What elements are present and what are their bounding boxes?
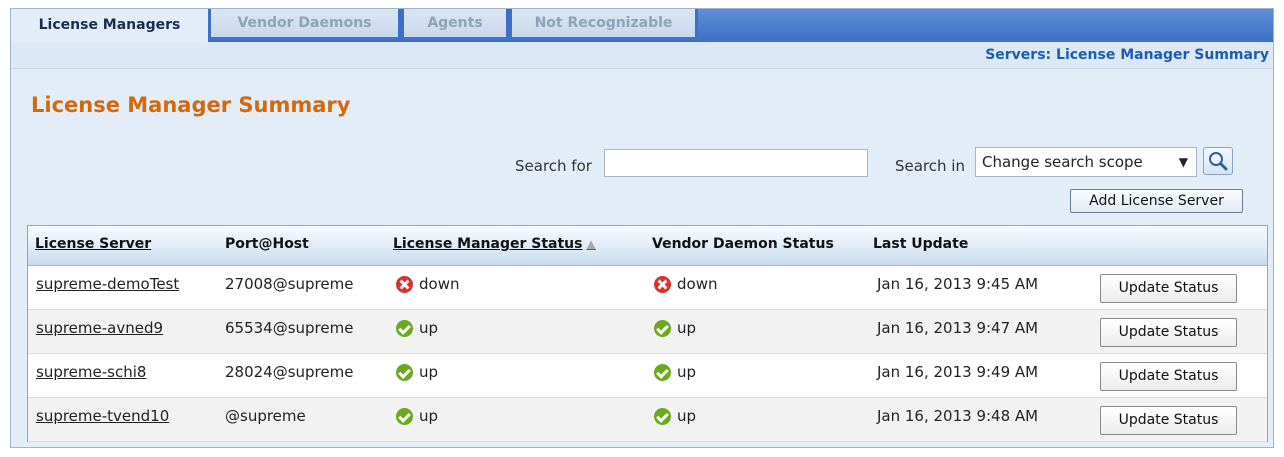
- server-link[interactable]: supreme-demoTest: [36, 275, 179, 293]
- vendor-daemon-status: up: [654, 407, 696, 425]
- license-manager-status: up: [396, 319, 438, 337]
- port-host-value: 65534@supreme: [225, 319, 354, 337]
- license-manager-status: up: [396, 407, 438, 425]
- vendor-daemon-status: down: [654, 275, 717, 293]
- vendor-daemon-status-label: up: [677, 363, 697, 381]
- search-for-label: Search for: [515, 157, 592, 175]
- status-down-icon: [654, 275, 671, 293]
- dropdown-arrow-icon: ▼: [1178, 155, 1188, 169]
- status-down-icon: [396, 275, 413, 293]
- license-manager-status: down: [396, 275, 459, 293]
- sort-ascending-icon: ▲: [586, 237, 596, 251]
- tab-vendor-daemons[interactable]: Vendor Daemons: [208, 9, 401, 37]
- search-input[interactable]: [604, 149, 868, 177]
- license-server-table: License Server Port@Host License Manager…: [27, 225, 1268, 442]
- status-up-icon: [396, 407, 413, 425]
- column-header-port-host: Port@Host: [225, 236, 309, 252]
- port-host-value: 28024@supreme: [225, 363, 354, 381]
- search-in-label: Search in: [895, 157, 965, 175]
- tab-not-recognizable[interactable]: Not Recognizable: [509, 9, 698, 37]
- tab-license-managers[interactable]: License Managers: [11, 9, 208, 43]
- column-header-vendor-daemon-status: Vendor Daemon Status: [652, 236, 834, 252]
- server-link[interactable]: supreme-avned9: [36, 319, 163, 337]
- breadcrumb: Servers: License Manager Summary: [985, 47, 1269, 63]
- vendor-daemon-status-label: down: [677, 275, 718, 293]
- tab-agents[interactable]: Agents: [401, 9, 509, 37]
- license-manager-status-label: down: [419, 275, 460, 293]
- last-update-value: Jan 16, 2013 9:45 AM: [877, 275, 1039, 293]
- search-scope-select[interactable]: Change search scope ▼: [975, 147, 1197, 177]
- vendor-daemon-status-label: up: [677, 319, 697, 337]
- status-up-icon: [654, 319, 671, 337]
- column-header-license-server[interactable]: License Server: [35, 236, 151, 252]
- last-update-value: Jan 16, 2013 9:47 AM: [877, 319, 1039, 337]
- server-link[interactable]: supreme-schi8: [36, 363, 146, 381]
- search-button[interactable]: [1203, 147, 1233, 175]
- app-frame: License Managers Vendor Daemons Agents N…: [10, 8, 1274, 448]
- status-up-icon: [654, 407, 671, 425]
- license-manager-status-label: up: [419, 319, 439, 337]
- table-row: supreme-demoTest 27008@supreme down down…: [28, 266, 1267, 310]
- table-header: License Server Port@Host License Manager…: [28, 226, 1267, 266]
- vendor-daemon-status: up: [654, 319, 696, 337]
- add-license-server-button[interactable]: Add License Server: [1070, 189, 1243, 213]
- server-link[interactable]: supreme-tvend10: [36, 407, 169, 425]
- license-manager-status: up: [396, 363, 438, 381]
- vendor-daemon-status: up: [654, 363, 696, 381]
- update-status-button[interactable]: Update Status: [1100, 406, 1237, 435]
- vendor-daemon-status-label: up: [677, 407, 697, 425]
- last-update-value: Jan 16, 2013 9:49 AM: [877, 363, 1039, 381]
- status-up-icon: [396, 363, 413, 381]
- status-up-icon: [396, 319, 413, 337]
- status-up-icon: [654, 363, 671, 381]
- search-scope-value: Change search scope: [982, 153, 1143, 171]
- magnifier-icon: [1209, 152, 1228, 171]
- update-status-button[interactable]: Update Status: [1100, 362, 1237, 391]
- port-host-value: @supreme: [225, 407, 306, 425]
- column-header-last-update: Last Update: [873, 236, 969, 252]
- sub-header-bar: Servers: License Manager Summary: [11, 42, 1273, 69]
- column-header-license-manager-status-label: License Manager Status: [393, 236, 583, 252]
- page-title: License Manager Summary: [31, 93, 351, 117]
- port-host-value: 27008@supreme: [225, 275, 354, 293]
- table-row: supreme-tvend10 @supreme up up Jan 16, 2…: [28, 398, 1267, 442]
- update-status-button[interactable]: Update Status: [1100, 274, 1237, 303]
- tab-strip: License Managers Vendor Daemons Agents N…: [11, 9, 1273, 43]
- column-header-license-manager-status[interactable]: License Manager Status ▲: [393, 236, 596, 252]
- table-row: supreme-avned9 65534@supreme up up Jan 1…: [28, 310, 1267, 354]
- license-manager-status-label: up: [419, 407, 439, 425]
- table-row: supreme-schi8 28024@supreme up up Jan 16…: [28, 354, 1267, 398]
- update-status-button[interactable]: Update Status: [1100, 318, 1237, 347]
- last-update-value: Jan 16, 2013 9:48 AM: [877, 407, 1039, 425]
- license-manager-status-label: up: [419, 363, 439, 381]
